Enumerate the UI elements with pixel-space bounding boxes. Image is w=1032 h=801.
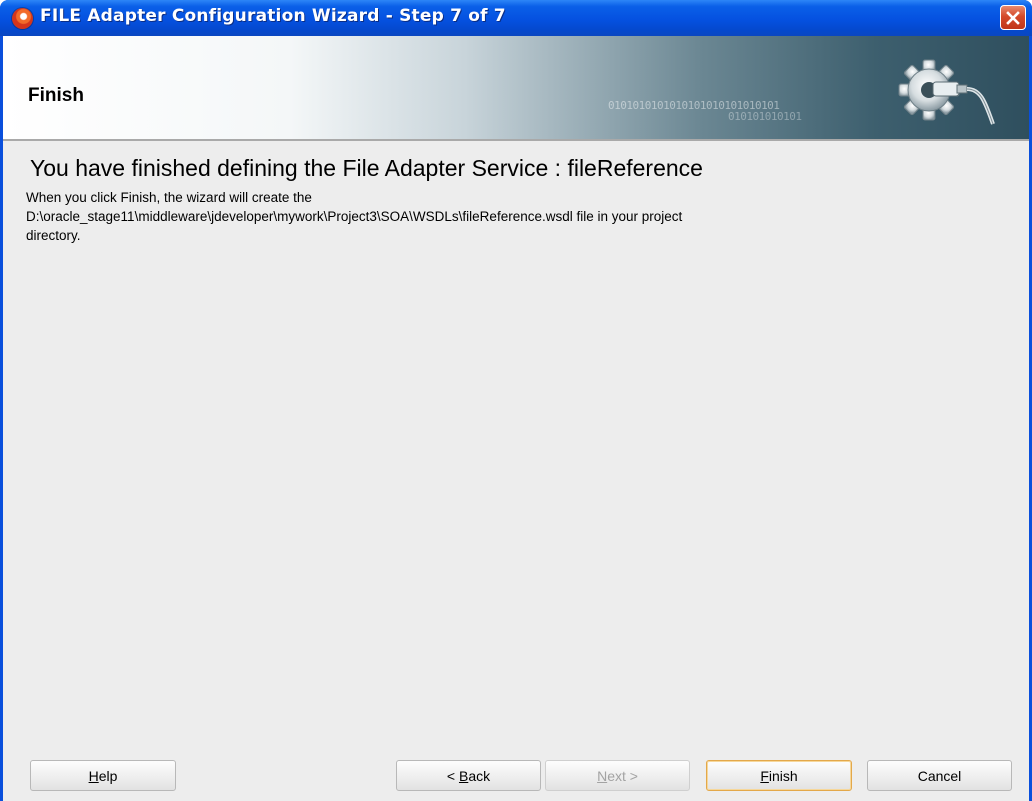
finish-label: inish [768, 767, 798, 784]
gear-plug-icon [898, 59, 995, 125]
cancel-button[interactable]: Cancel [867, 760, 1012, 791]
close-icon [1006, 10, 1020, 25]
finish-heading: You have finished defining the File Adap… [30, 155, 703, 181]
wizard-header: Finish 0101010101010101010101010101 0101… [3, 36, 1029, 139]
finish-button[interactable]: Finish [706, 760, 852, 791]
help-label: elp [98, 767, 118, 784]
step-title: Finish [28, 85, 84, 106]
next-label: ext > [607, 767, 638, 784]
back-label: ack [468, 767, 491, 784]
description-line: When you click Finish, the wizard will c… [26, 190, 312, 205]
title-bar[interactable]: FILE Adapter Configuration Wizard - Step… [0, 0, 1032, 36]
help-button[interactable]: Help [30, 760, 176, 791]
description-line: directory. [26, 228, 81, 243]
next-button[interactable]: Next > [545, 760, 690, 791]
back-button[interactable]: < Back [396, 760, 541, 791]
binary-decoration-2: 010101010101 [728, 110, 802, 123]
help-mnemonic: H [88, 767, 99, 784]
back-prefix: < [446, 767, 459, 784]
oracle-jdeveloper-icon [12, 8, 33, 29]
finish-mnemonic: F [760, 767, 769, 784]
close-button[interactable] [1000, 5, 1026, 30]
wizard-window: FILE Adapter Configuration Wizard - Step… [0, 0, 1032, 801]
description-line: D:\oracle_stage11\middleware\jdeveloper\… [26, 209, 683, 224]
window-title: FILE Adapter Configuration Wizard - Step… [40, 6, 506, 26]
cancel-label: Cancel [917, 767, 962, 784]
back-mnemonic: B [458, 767, 469, 784]
next-mnemonic: N [597, 767, 608, 784]
wizard-content: You have finished defining the File Adap… [3, 141, 1029, 801]
finish-description: When you click Finish, the wizard will c… [26, 188, 986, 245]
